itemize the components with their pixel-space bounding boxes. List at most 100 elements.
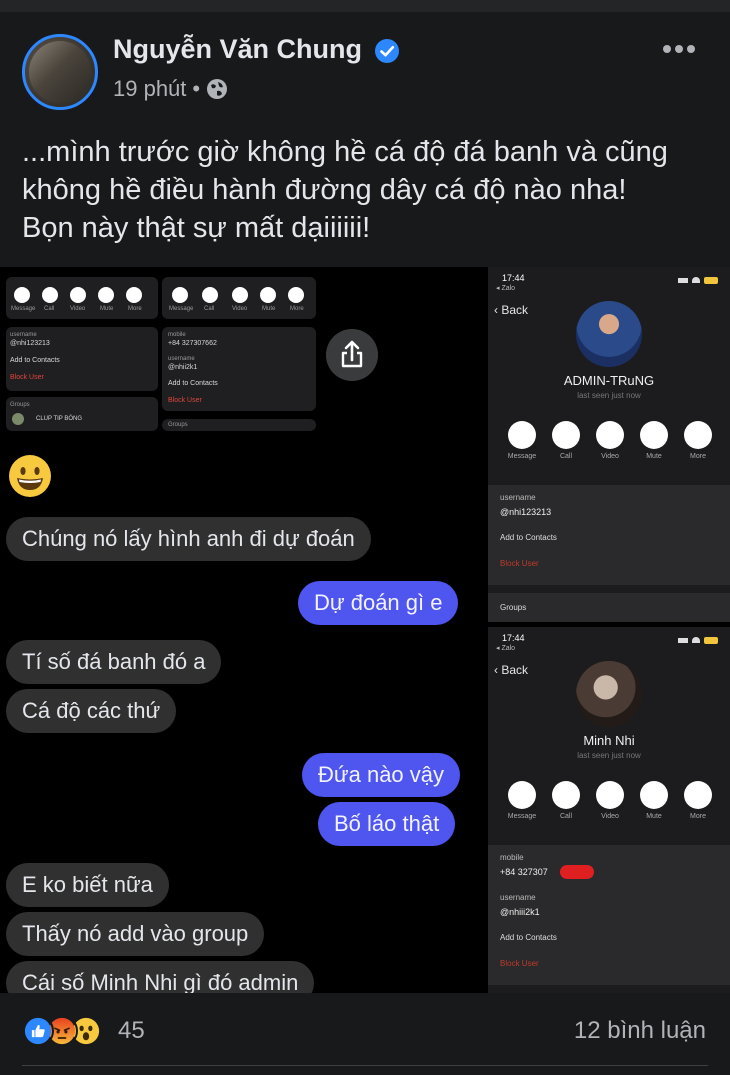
reaction-count[interactable]: 45	[118, 1017, 145, 1045]
globe-icon	[207, 79, 228, 99]
reactions[interactable]	[22, 1015, 112, 1049]
post-text-line: không hề điều hành đường dây cá độ nào n…	[22, 174, 627, 206]
username-label: username	[500, 893, 536, 902]
message-bubble-outgoing: Đứa nào vậy	[302, 753, 461, 797]
verified-badge-icon	[375, 39, 399, 63]
profile-name: ADMIN-TRuNG	[563, 373, 655, 388]
groups-section: Groups	[488, 593, 730, 622]
mini-group-name: CLUP TIP BÓNG	[36, 416, 83, 422]
mini-info-card: mobile +84 327307662 username @nhii2k1 A…	[162, 327, 316, 411]
mini-info-card: username @nhi123213 Add to Contacts Bloc…	[6, 327, 158, 391]
message-bubble-incoming: Cái số Minh Nhi gì đó admin	[6, 961, 315, 993]
message-button[interactable]	[508, 781, 536, 809]
more-button[interactable]	[684, 781, 712, 809]
post-text-line: ...mình trước giờ không hề cá độ đá banh…	[22, 136, 668, 168]
add-contacts-link[interactable]: Add to Contacts	[500, 533, 557, 542]
action-label: Call	[559, 813, 573, 820]
last-seen: last seen just now	[577, 391, 641, 400]
message-bubble-incoming: Thấy nó add vào group	[6, 912, 265, 956]
share-icon[interactable]	[326, 329, 378, 381]
add-contacts-link[interactable]: Add to Contacts	[500, 933, 557, 942]
like-reaction-icon	[22, 1015, 54, 1047]
message-bubble-incoming: Chúng nó lấy hình anh đi dự đoán	[6, 517, 371, 561]
mini-groups-card: Groups	[162, 419, 316, 431]
mute-button[interactable]	[640, 781, 668, 809]
more-button[interactable]	[684, 421, 712, 449]
message-bubble-incoming: E ko biết nữa	[6, 863, 169, 907]
call-button[interactable]	[552, 421, 580, 449]
action-label: Video	[601, 813, 619, 820]
status-icons	[678, 277, 718, 284]
video-button[interactable]	[596, 781, 624, 809]
meta-separator: •	[192, 76, 201, 101]
profile-photo	[576, 661, 642, 727]
mini-block-user: Block User	[10, 374, 44, 381]
mini-action-label: Video	[70, 306, 86, 312]
block-user-link[interactable]: Block User	[500, 559, 539, 568]
action-label: Message	[507, 813, 537, 820]
post-header: Nguyễn Văn Chung 19 phút •	[0, 12, 730, 122]
message-bubble-outgoing: Bố láo thật	[318, 802, 456, 846]
video-button[interactable]	[596, 421, 624, 449]
comments-count[interactable]: 12 bình luận	[574, 1017, 706, 1045]
last-seen: last seen just now	[577, 751, 641, 760]
grinning-emoji-icon	[9, 455, 51, 497]
post-time[interactable]: 19 phút	[113, 76, 186, 102]
post-text: ...mình trước giờ không hề cá độ đá banh…	[22, 133, 712, 247]
mute-button[interactable]	[640, 421, 668, 449]
status-time: 17:44	[502, 273, 525, 283]
mini-groups-label: Groups	[168, 422, 188, 428]
mini-action-label: Call	[204, 306, 215, 312]
status-icons	[678, 637, 718, 644]
username-value: @nhi123213	[500, 507, 552, 517]
mobile-label: mobile	[500, 853, 524, 862]
mini-groups-label: Groups	[10, 402, 30, 408]
profile-info-section: mobile +84 327307 username @nhiii2k1 Add…	[488, 845, 730, 985]
back-button[interactable]: ‹ Back	[494, 303, 528, 317]
mini-label: mobile	[168, 332, 186, 338]
action-label: Mute	[646, 813, 662, 820]
status-app: ◂ Zalo	[496, 645, 516, 652]
more-icon[interactable]	[662, 42, 696, 56]
action-label: Call	[559, 453, 573, 460]
mini-username: @nhii2k1	[168, 364, 198, 371]
call-button[interactable]	[552, 781, 580, 809]
action-label: Message	[507, 453, 537, 460]
profile-screenshot-admin: 17:44 ◂ Zalo ‹ Back ADMIN-TRuNG last see…	[488, 267, 730, 622]
mini-action-label: Message	[169, 306, 194, 312]
mini-label: username	[168, 356, 195, 362]
post-meta: 19 phút •	[113, 76, 228, 102]
action-label: Video	[601, 453, 619, 460]
message-bubble-outgoing: Dự đoán gì e	[298, 581, 459, 625]
action-label: Mute	[646, 453, 662, 460]
back-label: Back	[501, 663, 529, 677]
post-footer: 45 12 bình luận	[0, 993, 730, 1075]
block-user-link[interactable]: Block User	[500, 959, 539, 968]
footer-divider	[22, 1065, 708, 1066]
author-name[interactable]: Nguyễn Văn Chung	[113, 34, 362, 65]
mini-label: username	[10, 332, 37, 338]
redaction-mark	[560, 865, 594, 879]
username-label: username	[500, 493, 536, 502]
mobile-value: +84 327307	[500, 867, 548, 877]
mini-mobile: +84 327307662	[168, 340, 217, 347]
message-bubble-incoming: Tí số đá banh đó a	[6, 640, 222, 684]
mini-block-user: Block User	[168, 397, 202, 404]
mini-add-contacts: Add to Contacts	[168, 380, 218, 387]
mini-action-label: Mute	[262, 306, 276, 312]
message-bubble-incoming: Cá độ các thứ	[6, 689, 177, 733]
top-bar	[0, 0, 730, 12]
mini-groups-card: Groups CLUP TIP BÓNG	[6, 397, 158, 431]
groups-label: Groups	[500, 603, 527, 612]
mini-action-label: More	[128, 306, 142, 312]
status-time: 17:44	[502, 633, 525, 643]
action-label: More	[690, 813, 706, 820]
mini-username: @nhi123213	[10, 340, 50, 347]
message-button[interactable]	[508, 421, 536, 449]
post-image[interactable]: Message Call Video Mute More username @n…	[0, 267, 730, 993]
mini-profile-card: Message Call Video Mute More	[6, 277, 158, 319]
author-avatar[interactable]	[22, 34, 98, 110]
back-label: Back	[501, 303, 529, 317]
back-button[interactable]: ‹ Back	[494, 663, 528, 677]
mini-action-label: More	[290, 306, 304, 312]
